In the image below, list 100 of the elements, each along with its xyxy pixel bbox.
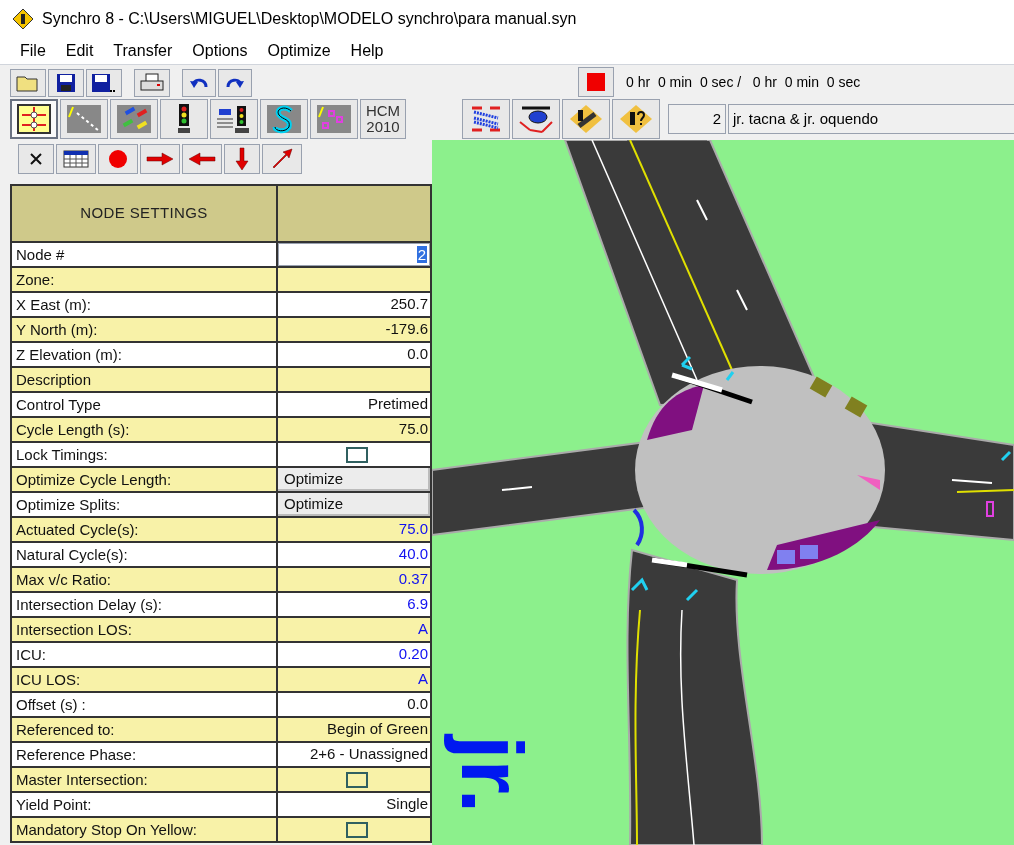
map-view-button[interactable]	[10, 99, 58, 139]
node-number-field[interactable]: 2	[668, 104, 726, 134]
simulation-timer: 0 hr 0 min 0 sec / 0 hr 0 min 0 sec	[626, 72, 861, 92]
folder-icon	[16, 74, 40, 92]
optimize-button[interactable]: Optimize	[278, 493, 430, 516]
save-as-button[interactable]	[86, 69, 122, 97]
simtraffic-button[interactable]	[260, 99, 308, 139]
setting-value: 0.37	[278, 568, 430, 591]
setting-label: Reference Phase:	[12, 743, 276, 766]
setting-value: Pretimed	[278, 393, 430, 416]
setting-label: Actuated Cycle(s):	[12, 518, 276, 541]
setting-label: Node #	[12, 243, 276, 266]
app-icon	[12, 8, 34, 30]
west-button[interactable]	[182, 144, 222, 174]
node-name-field[interactable]: jr. tacna & jr. oquendo	[728, 104, 1014, 134]
signal-road-button[interactable]	[562, 99, 610, 139]
menu-item[interactable]: Options	[182, 39, 258, 63]
menu-item[interactable]: Edit	[55, 39, 104, 63]
down-arrow-icon	[235, 147, 249, 171]
undo-icon	[189, 76, 209, 90]
node-number-input[interactable]: 2	[278, 243, 430, 266]
menu-item[interactable]: Help	[340, 39, 394, 63]
redo-icon	[225, 76, 245, 90]
setting-value: 0.0	[278, 343, 430, 366]
setting-label: Max v/c Ratio:	[12, 568, 276, 591]
setting-label: Optimize Cycle Length:	[12, 468, 276, 491]
setting-value: 250.7	[278, 293, 430, 316]
window-title: Synchro 8 - C:\Users\MIGUEL\Desktop\MODELO synchro\para manual.syn	[42, 9, 577, 29]
setting-value: 75.0	[278, 518, 430, 541]
phasing-button[interactable]	[210, 99, 258, 139]
spreadsheet-icon	[63, 150, 89, 168]
setting-value: 6.9	[278, 593, 430, 616]
setting-label: Zone:	[12, 268, 276, 291]
setting-label: X East (m):	[12, 293, 276, 316]
diagonal-arrow-icon	[271, 148, 293, 170]
setting-label: Y North (m):	[12, 318, 276, 341]
setting-label: Lock Timings:	[12, 443, 276, 466]
setting-value: -179.6	[278, 318, 430, 341]
road-squares-icon	[315, 103, 353, 135]
checkbox[interactable]	[346, 821, 368, 838]
timing-button[interactable]	[160, 99, 208, 139]
setting-value: Begin of Green	[278, 718, 430, 741]
signal-question-sign-icon	[619, 104, 653, 134]
setting-label: Cycle Length (s):	[12, 418, 276, 441]
left-arrow-icon	[188, 152, 216, 166]
node-button[interactable]	[98, 144, 138, 174]
floppy-disk-icon	[91, 73, 117, 93]
table-title: NODE SETTINGS	[12, 186, 276, 241]
northeast-button[interactable]	[262, 144, 302, 174]
road-icon	[65, 103, 103, 135]
setting-value: Single	[278, 793, 430, 816]
volumes-button[interactable]	[110, 99, 158, 139]
node-map-icon	[16, 103, 52, 135]
road-s-icon	[265, 103, 303, 135]
menu-item[interactable]: Transfer	[103, 39, 183, 63]
setting-label: Referenced to:	[12, 718, 276, 741]
checkbox[interactable]	[346, 771, 368, 788]
checkbox[interactable]	[346, 446, 368, 463]
setting-label: Yield Point:	[12, 793, 276, 816]
detectors-button[interactable]	[310, 99, 358, 139]
setting-label: Natural Cycle(s):	[12, 543, 276, 566]
signal-road-sign-icon	[569, 104, 603, 134]
helicopter-button[interactable]	[512, 99, 560, 139]
setting-label: ICU LOS:	[12, 668, 276, 691]
menu-item[interactable]: Optimize	[257, 39, 341, 63]
menu-item[interactable]: File	[12, 39, 56, 63]
setting-value: A	[278, 618, 430, 641]
stop-button[interactable]	[578, 67, 614, 97]
setting-value: A	[278, 668, 430, 691]
setting-label: Intersection Delay (s):	[12, 593, 276, 616]
save-button[interactable]	[48, 69, 84, 97]
setting-label: Z Elevation (m):	[12, 343, 276, 366]
setting-value: 0.0	[278, 693, 430, 716]
close-icon	[30, 153, 42, 165]
setting-value: 75.0	[278, 418, 430, 441]
signal-help-button[interactable]	[612, 99, 660, 139]
setting-label: Control Type	[12, 393, 276, 416]
printer-icon	[140, 73, 164, 93]
setting-value: 40.0	[278, 543, 430, 566]
undo-button[interactable]	[182, 69, 216, 97]
setting-value: 0.20	[278, 643, 430, 666]
south-button[interactable]	[224, 144, 260, 174]
setting-label: Intersection LOS:	[12, 618, 276, 641]
road-cars-icon	[115, 103, 153, 135]
circle-icon	[108, 149, 128, 169]
optimize-button[interactable]: Optimize	[278, 468, 430, 491]
setting-value: 2+6 - Unassigned	[278, 743, 430, 766]
street-label: jr.	[443, 735, 542, 814]
print-button[interactable]	[134, 69, 170, 97]
table-button[interactable]	[56, 144, 96, 174]
coordinatability-button[interactable]	[462, 99, 510, 139]
setting-label: Mandatory Stop On Yellow:	[12, 818, 276, 841]
setting-label: Optimize Splits:	[12, 493, 276, 516]
close-button[interactable]	[18, 144, 54, 174]
setting-label: Master Intersection:	[12, 768, 276, 791]
redo-button[interactable]	[218, 69, 252, 97]
right-arrow-icon	[146, 152, 174, 166]
hcm-button[interactable]: HCM 2010	[360, 99, 406, 139]
east-button[interactable]	[140, 144, 180, 174]
setting-label: Offset (s) :	[12, 693, 276, 716]
